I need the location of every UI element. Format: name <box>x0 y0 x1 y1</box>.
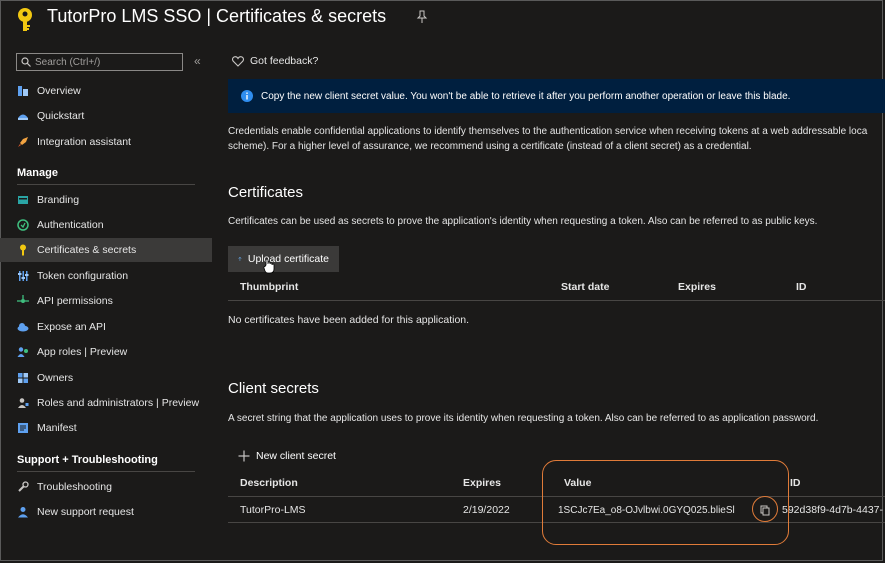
heart-icon <box>232 55 244 67</box>
sidebar-item-label: Expose an API <box>37 321 106 333</box>
sidebar-item-authentication[interactable]: Authentication <box>0 213 212 237</box>
table-divider <box>228 496 885 497</box>
new-client-secret-label: New client secret <box>256 450 336 462</box>
sidebar-item-troubleshooting[interactable]: Troubleshooting <box>0 475 212 499</box>
secret-value-cell: 1SCJc7Ea_o8-OJvlbwi.0GYQ025.blieSl <box>558 505 735 516</box>
owners-icon <box>17 372 29 384</box>
certificates-description: Certificates can be used as secrets to p… <box>228 216 818 227</box>
cert-col-id: ID <box>796 281 807 293</box>
manifest-icon <box>17 422 29 434</box>
sidebar-item-token-configuration[interactable]: Token configuration <box>0 264 212 288</box>
sidebar-item-expose-an-api[interactable]: Expose an API <box>0 315 212 339</box>
rocket-icon <box>17 136 29 148</box>
client-secrets-heading: Client secrets <box>228 380 319 397</box>
search-box[interactable] <box>16 53 183 71</box>
info-icon <box>241 90 253 102</box>
token-config-icon <box>17 270 29 282</box>
search-icon <box>21 57 31 67</box>
sidebar-item-quickstart[interactable]: Quickstart <box>0 104 212 128</box>
sidebar-item-app-roles[interactable]: App roles | Preview <box>0 340 212 364</box>
sidebar-item-label: Authentication <box>37 219 104 231</box>
quickstart-icon <box>17 110 29 122</box>
sidebar-item-label: App roles | Preview <box>37 346 128 358</box>
branding-icon <box>17 194 29 206</box>
support-person-icon <box>17 506 29 518</box>
table-divider <box>228 300 885 301</box>
cloud-icon <box>17 321 29 333</box>
sidebar-item-roles-administrators[interactable]: Roles and administrators | Preview <box>0 391 212 415</box>
cert-col-start-date: Start date <box>561 281 610 293</box>
credentials-description-line-2: scheme). For a higher level of assurance… <box>228 141 752 152</box>
sidebar-item-label: Troubleshooting <box>37 481 112 493</box>
sidebar: « Overview Quickstart Integration assist… <box>0 44 212 563</box>
secret-col-value: Value <box>564 477 592 489</box>
section-divider <box>17 471 195 472</box>
value-column-highlight <box>542 460 789 545</box>
overview-icon <box>17 85 29 97</box>
client-secrets-description: A secret string that the application use… <box>228 413 819 424</box>
feedback-button[interactable]: Got feedback? <box>232 55 318 67</box>
secret-col-description: Description <box>240 477 298 489</box>
sidebar-item-api-permissions[interactable]: API permissions <box>0 289 212 313</box>
sidebar-item-label: Manifest <box>37 422 77 434</box>
section-title-manage: Manage <box>17 167 58 179</box>
info-message-bar: Copy the new client secret value. You wo… <box>228 79 885 113</box>
add-icon <box>238 450 250 462</box>
sidebar-item-certificates-secrets[interactable]: Certificates & secrets <box>0 238 212 262</box>
certificates-heading: Certificates <box>228 184 304 201</box>
api-permissions-icon <box>17 295 29 307</box>
roles-admin-icon <box>17 397 29 409</box>
secret-expires-cell: 2/19/2022 <box>463 504 510 516</box>
secret-id-cell: 592d38f9-4d7b-4437- <box>782 504 884 516</box>
cert-col-thumbprint: Thumbprint <box>240 281 299 293</box>
info-message-text: Copy the new client secret value. You wo… <box>261 90 791 102</box>
sidebar-item-label: Quickstart <box>37 110 85 122</box>
secret-col-expires: Expires <box>463 477 501 489</box>
copy-icon <box>760 505 770 515</box>
credentials-description-line-1: Credentials enable confidential applicat… <box>228 126 868 137</box>
upload-certificate-button[interactable]: Upload certificate <box>228 246 339 272</box>
sidebar-item-label: Owners <box>37 372 74 384</box>
upload-certificate-label: Upload certificate <box>247 253 329 265</box>
sidebar-item-label: Roles and administrators | Preview <box>37 397 200 409</box>
section-divider <box>17 184 195 185</box>
sidebar-item-label: Certificates & secrets <box>37 244 137 256</box>
pin-icon[interactable] <box>416 10 428 24</box>
sidebar-item-label: Branding <box>37 194 80 206</box>
sidebar-item-label: New support request <box>37 506 134 518</box>
sidebar-item-overview[interactable]: Overview <box>0 79 212 103</box>
sidebar-item-label: API permissions <box>37 295 113 307</box>
sidebar-item-new-support-request[interactable]: New support request <box>0 500 212 524</box>
sidebar-item-branding[interactable]: Branding <box>0 188 212 212</box>
key-app-icon <box>18 8 32 31</box>
new-client-secret-button[interactable]: New client secret <box>228 443 348 469</box>
main-content: Got feedback? Copy the new client secret… <box>212 44 885 563</box>
hand-cursor-icon <box>263 258 275 274</box>
secret-col-id: ID <box>790 477 801 489</box>
sidebar-item-label: Integration assistant <box>37 136 131 148</box>
sidebar-item-integration-assistant[interactable]: Integration assistant <box>0 130 212 154</box>
section-title-support: Support + Troubleshooting <box>17 454 158 466</box>
upload-icon <box>238 256 242 261</box>
secret-description-cell: TutorPro-LMS <box>240 504 306 516</box>
no-certificates-message: No certificates have been added for this… <box>228 314 470 326</box>
copy-to-clipboard-button[interactable] <box>757 502 773 518</box>
sidebar-item-manifest[interactable]: Manifest <box>0 416 212 440</box>
table-divider <box>228 522 885 523</box>
collapse-sidebar-button[interactable]: « <box>194 54 201 68</box>
key-icon <box>17 244 29 256</box>
cert-col-expires: Expires <box>678 281 716 293</box>
page-title: TutorPro LMS SSO | Certificates & secret… <box>47 6 387 26</box>
wrench-icon <box>17 481 29 493</box>
sidebar-item-label: Token configuration <box>37 270 129 282</box>
search-input[interactable] <box>35 55 175 69</box>
sidebar-item-owners[interactable]: Owners <box>0 366 212 390</box>
feedback-label: Got feedback? <box>250 55 319 67</box>
sidebar-item-label: Overview <box>37 85 81 97</box>
authentication-icon <box>17 219 29 231</box>
blade-header: TutorPro LMS SSO | Certificates & secret… <box>0 0 885 42</box>
app-roles-icon <box>17 346 29 358</box>
